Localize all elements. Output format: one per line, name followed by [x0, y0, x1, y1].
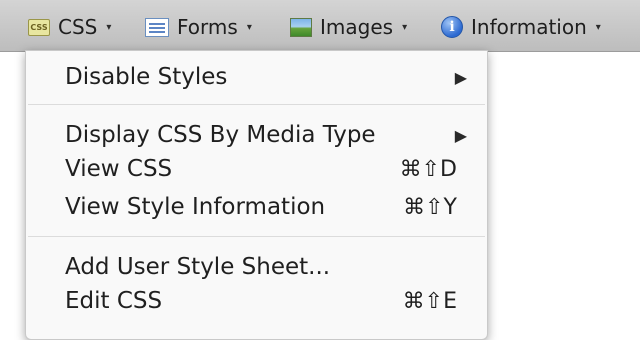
chevron-down-icon: ▾ — [402, 21, 408, 33]
css-menu-button[interactable]: CSS CSS ▾ — [28, 14, 111, 40]
menu-item-add-user-style-sheet[interactable]: Add User Style Sheet... — [26, 250, 487, 284]
images-menu-label: Images — [320, 15, 394, 39]
menu-item-shortcut: ⌘⇧D — [399, 156, 457, 182]
css-icon: CSS — [28, 18, 50, 36]
info-icon: i — [441, 16, 463, 38]
forms-menu-label: Forms — [177, 15, 238, 39]
css-dropdown-menu: Disable Styles ▶ Display CSS By Media Ty… — [25, 50, 488, 340]
menu-item-view-style-information[interactable]: View Style Information ⌘⇧Y — [26, 190, 487, 224]
images-menu-button[interactable]: Images ▾ — [290, 14, 407, 40]
menu-item-label: View CSS — [65, 156, 173, 182]
menu-item-disable-styles[interactable]: Disable Styles ▶ — [26, 60, 487, 94]
menu-separator — [28, 236, 485, 237]
menu-item-edit-css[interactable]: Edit CSS ⌘⇧E — [26, 284, 487, 318]
menu-item-label: Display CSS By Media Type — [65, 122, 376, 148]
forms-menu-button[interactable]: Forms ▾ — [145, 14, 252, 40]
chevron-down-icon: ▾ — [246, 21, 252, 33]
information-menu-label: Information — [471, 15, 587, 39]
menu-item-view-css[interactable]: View CSS ⌘⇧D — [26, 152, 487, 186]
toolbar: CSS CSS ▾ Forms ▾ Images ▾ i Information… — [0, 0, 640, 52]
menu-separator — [28, 104, 485, 105]
forms-icon — [145, 17, 169, 37]
menu-item-display-css-by-media-type[interactable]: Display CSS By Media Type ▶ — [26, 118, 487, 152]
chevron-down-icon: ▾ — [106, 21, 112, 33]
menu-item-shortcut: ⌘⇧Y — [403, 194, 457, 220]
submenu-arrow-icon: ▶ — [454, 125, 467, 145]
images-icon — [290, 17, 312, 37]
submenu-arrow-icon: ▶ — [454, 67, 467, 87]
menu-item-label: Add User Style Sheet... — [65, 254, 331, 280]
menu-item-label: Disable Styles — [65, 64, 228, 90]
information-menu-button[interactable]: i Information ▾ — [441, 14, 601, 40]
css-menu-label: CSS — [58, 15, 98, 39]
menu-item-shortcut: ⌘⇧E — [402, 288, 457, 314]
menu-item-label: View Style Information — [65, 194, 326, 220]
menu-item-label: Edit CSS — [65, 288, 163, 314]
chevron-down-icon: ▾ — [595, 21, 601, 33]
